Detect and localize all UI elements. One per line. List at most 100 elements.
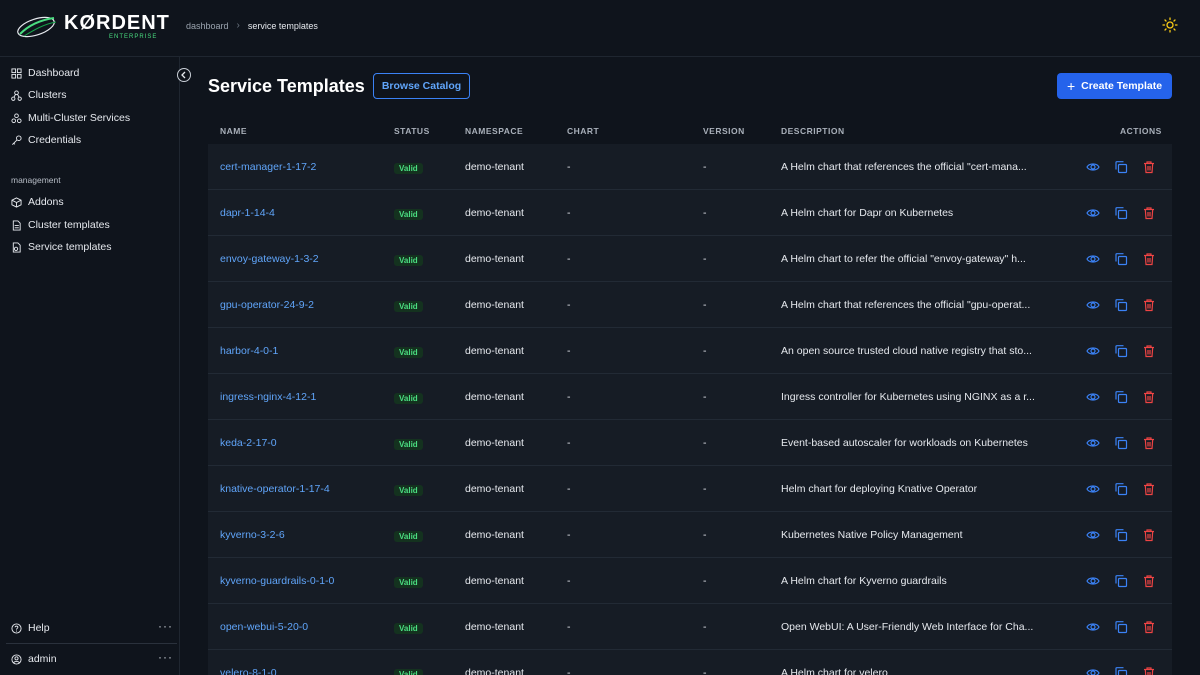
- table-row[interactable]: keda-2-17-0 Valid demo-tenant - - Event-based…: [208, 420, 1172, 466]
- namespace-cell: demo-tenant: [465, 161, 524, 173]
- table-row[interactable]: kyverno-guardrails-0-1-0 Valid demo-tenant…: [208, 558, 1172, 604]
- template-name-link[interactable]: ingress-nginx-4-12-1: [220, 391, 316, 403]
- copy-icon[interactable]: [1114, 298, 1128, 312]
- eye-icon[interactable]: [1086, 390, 1100, 404]
- copy-icon[interactable]: [1114, 436, 1128, 450]
- breadcrumb-root[interactable]: dashboard: [186, 21, 229, 31]
- template-name-link[interactable]: keda-2-17-0: [220, 437, 277, 449]
- template-name-link[interactable]: envoy-gateway-1-3-2: [220, 253, 319, 265]
- header-version[interactable]: VERSION: [703, 126, 745, 136]
- sidebar-item-service-templates[interactable]: Service templates: [11, 239, 111, 255]
- copy-icon[interactable]: [1114, 666, 1128, 675]
- template-name-link[interactable]: cert-manager-1-17-2: [220, 161, 316, 173]
- copy-icon[interactable]: [1114, 252, 1128, 266]
- header-name[interactable]: NAME: [220, 126, 247, 136]
- chart-cell: -: [567, 437, 571, 449]
- header-chart[interactable]: CHART: [567, 126, 599, 136]
- description-cell: A Helm chart for Kyverno guardrails: [781, 575, 947, 587]
- table-row[interactable]: ingress-nginx-4-12-1 Valid demo-tenant - - In…: [208, 374, 1172, 420]
- eye-icon[interactable]: [1086, 482, 1100, 496]
- table-row[interactable]: gpu-operator-24-9-2 Valid demo-tenant - - A H…: [208, 282, 1172, 328]
- template-name-link[interactable]: kyverno-guardrails-0-1-0: [220, 575, 334, 587]
- trash-icon[interactable]: [1142, 528, 1156, 542]
- status-badge: Valid: [394, 577, 423, 588]
- version-cell: -: [703, 253, 707, 265]
- table-row[interactable]: open-webui-5-20-0 Valid demo-tenant - - Open …: [208, 604, 1172, 650]
- clusters-icon: [11, 89, 22, 101]
- eye-icon[interactable]: [1086, 666, 1100, 675]
- sidebar-item-multi-cluster-services[interactable]: Multi-Cluster Services: [11, 110, 130, 126]
- sidebar-item-cluster-templates[interactable]: Cluster templates: [11, 217, 110, 233]
- eye-icon[interactable]: [1086, 436, 1100, 450]
- eye-icon[interactable]: [1086, 206, 1100, 220]
- description-cell: Kubernetes Native Policy Management: [781, 529, 963, 541]
- user-label: admin: [28, 653, 57, 665]
- trash-icon[interactable]: [1142, 666, 1156, 675]
- template-name-link[interactable]: knative-operator-1-17-4: [220, 483, 330, 495]
- template-name-link[interactable]: open-webui-5-20-0: [220, 621, 308, 633]
- eye-icon[interactable]: [1086, 252, 1100, 266]
- copy-icon[interactable]: [1114, 160, 1128, 174]
- trash-icon[interactable]: [1142, 298, 1156, 312]
- trash-icon[interactable]: [1142, 482, 1156, 496]
- copy-icon[interactable]: [1114, 620, 1128, 634]
- eye-icon[interactable]: [1086, 574, 1100, 588]
- header-status[interactable]: STATUS: [394, 126, 430, 136]
- sidebar-item-dashboard[interactable]: Dashboard: [11, 65, 79, 81]
- status-badge: Valid: [394, 209, 423, 220]
- copy-icon[interactable]: [1114, 528, 1128, 542]
- template-name-link[interactable]: harbor-4-0-1: [220, 345, 278, 357]
- table-row[interactable]: velero-8-1-0 Valid demo-tenant - - A Helm cha…: [208, 650, 1172, 675]
- table-row[interactable]: harbor-4-0-1 Valid demo-tenant - - An open so…: [208, 328, 1172, 374]
- version-cell: -: [703, 391, 707, 403]
- sun-icon[interactable]: [1162, 17, 1178, 33]
- trash-icon[interactable]: [1142, 390, 1156, 404]
- trash-icon[interactable]: [1142, 574, 1156, 588]
- browse-catalog-button[interactable]: Browse Catalog: [373, 73, 470, 99]
- brand-logo[interactable]: KØRDENT ENTERPRISE: [16, 12, 169, 44]
- table-row[interactable]: envoy-gateway-1-3-2 Valid demo-tenant - - A H…: [208, 236, 1172, 282]
- copy-icon[interactable]: [1114, 482, 1128, 496]
- header-description[interactable]: DESCRIPTION: [781, 126, 845, 136]
- trash-icon[interactable]: [1142, 160, 1156, 174]
- table-row[interactable]: knative-operator-1-17-4 Valid demo-tenant -…: [208, 466, 1172, 512]
- top-bar: KØRDENT ENTERPRISE dashboard › service t…: [0, 0, 1200, 57]
- table-row[interactable]: cert-manager-1-17-2 Valid demo-tenant - - A H…: [208, 144, 1172, 190]
- create-template-button[interactable]: + Create Template: [1057, 73, 1172, 99]
- header-namespace[interactable]: NAMESPACE: [465, 126, 523, 136]
- eye-icon[interactable]: [1086, 620, 1100, 634]
- trash-icon[interactable]: [1142, 252, 1156, 266]
- eye-icon[interactable]: [1086, 160, 1100, 174]
- copy-icon[interactable]: [1114, 574, 1128, 588]
- collapse-sidebar-button[interactable]: [177, 68, 191, 82]
- template-name-link[interactable]: kyverno-3-2-6: [220, 529, 285, 541]
- eye-icon[interactable]: [1086, 344, 1100, 358]
- sidebar-item-clusters[interactable]: Clusters: [11, 87, 67, 103]
- template-name-link[interactable]: dapr-1-14-4: [220, 207, 275, 219]
- trash-icon[interactable]: [1142, 344, 1156, 358]
- template-name-link[interactable]: velero-8-1-0: [220, 667, 277, 675]
- help-more-icon[interactable]: ···: [158, 619, 173, 633]
- sidebar-user-admin[interactable]: admin: [11, 651, 57, 667]
- eye-icon[interactable]: [1086, 528, 1100, 542]
- eye-icon[interactable]: [1086, 298, 1100, 312]
- copy-icon[interactable]: [1114, 390, 1128, 404]
- dashboard-grid-icon: [11, 67, 22, 79]
- table-row[interactable]: dapr-1-14-4 Valid demo-tenant - - A Helm char…: [208, 190, 1172, 236]
- template-name-link[interactable]: gpu-operator-24-9-2: [220, 299, 314, 311]
- copy-icon[interactable]: [1114, 206, 1128, 220]
- sidebar-item-help[interactable]: Help: [11, 620, 50, 636]
- sidebar-item-credentials[interactable]: Credentials: [11, 132, 81, 148]
- user-more-icon[interactable]: ···: [158, 650, 173, 664]
- description-cell: A Helm chart for velero: [781, 667, 888, 675]
- service-doc-icon: [12, 241, 21, 253]
- sidebar-item-addons[interactable]: Addons: [11, 194, 64, 210]
- chart-cell: -: [567, 391, 571, 403]
- sidebar-item-label: Clusters: [28, 89, 67, 101]
- copy-icon[interactable]: [1114, 344, 1128, 358]
- table-row[interactable]: kyverno-3-2-6 Valid demo-tenant - - Kubernete…: [208, 512, 1172, 558]
- key-icon: [12, 134, 22, 145]
- trash-icon[interactable]: [1142, 206, 1156, 220]
- trash-icon[interactable]: [1142, 620, 1156, 634]
- trash-icon[interactable]: [1142, 436, 1156, 450]
